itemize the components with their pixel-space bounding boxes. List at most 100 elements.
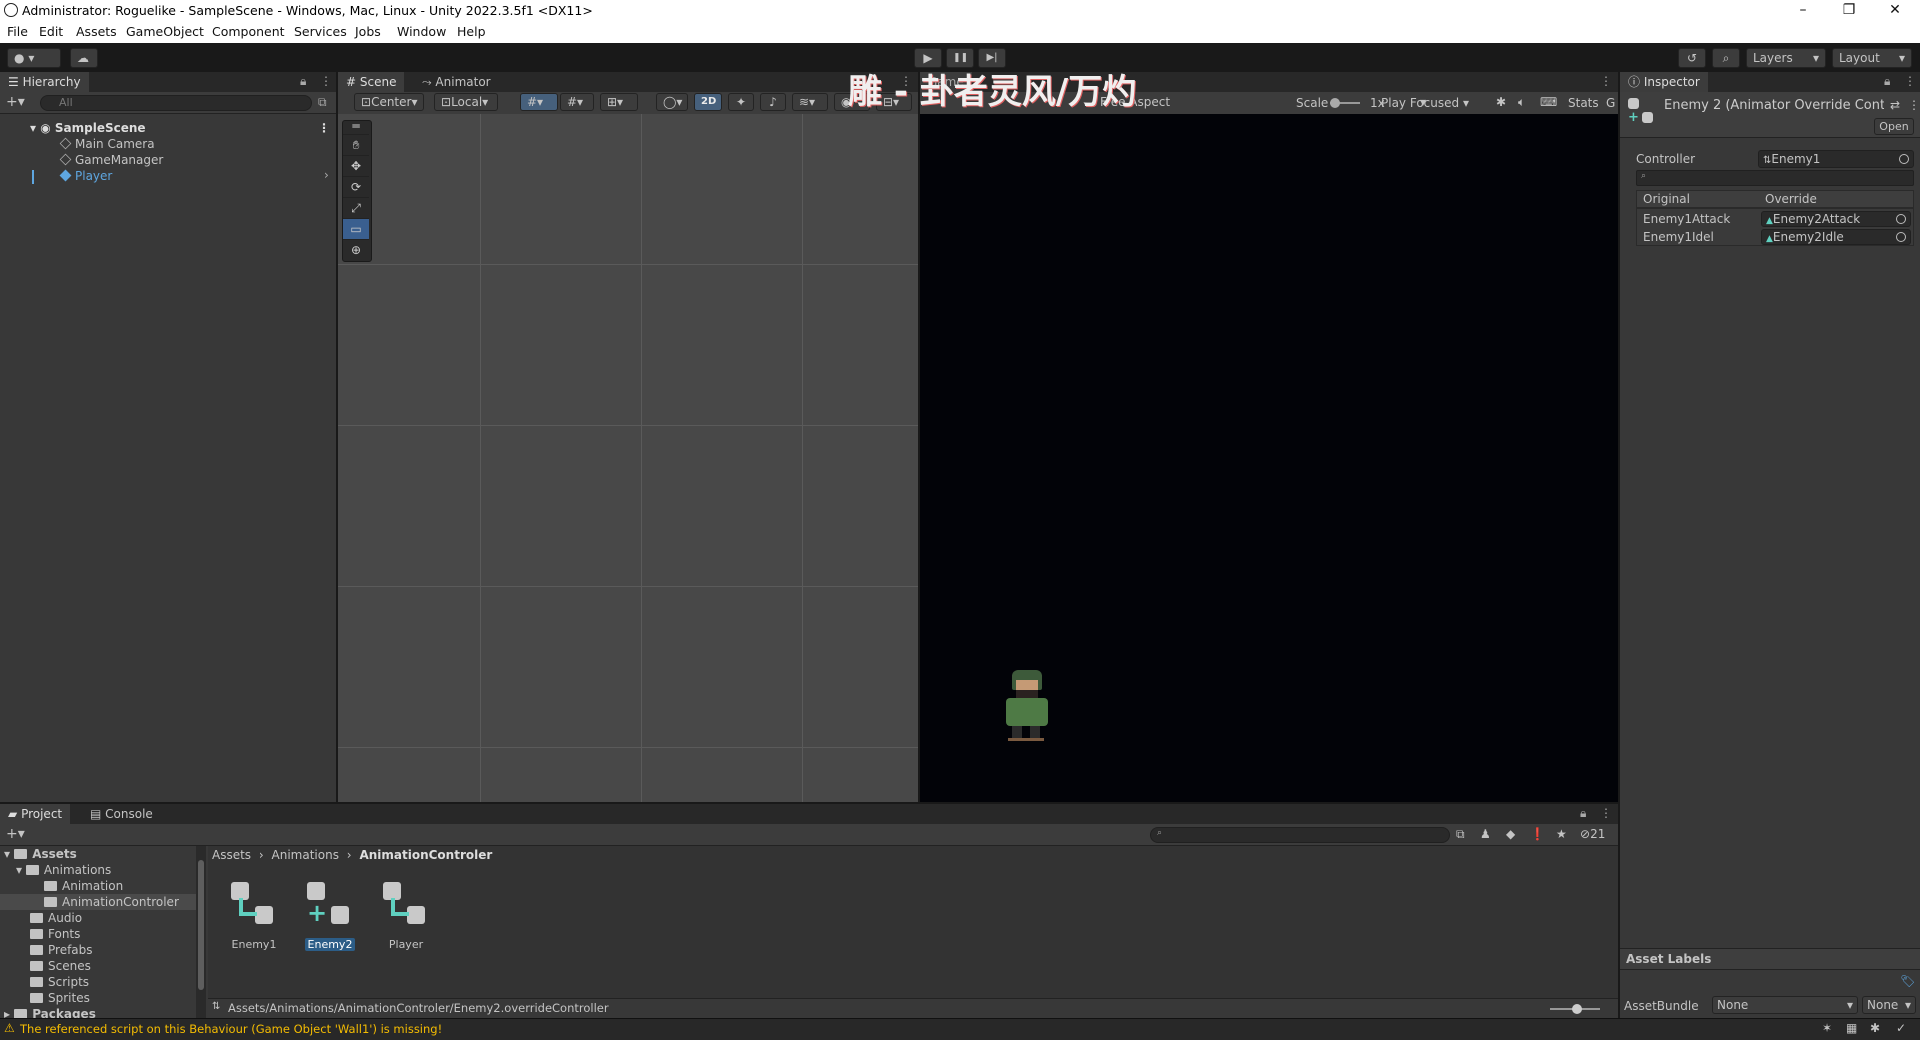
search-button[interactable]: ⌕ — [1712, 48, 1740, 68]
object-picker-icon[interactable] — [1899, 154, 1909, 164]
expand-arrow-icon[interactable]: ▾ — [30, 121, 36, 135]
stats-button[interactable]: Stats — [1568, 96, 1599, 110]
pause-button[interactable]: ❚❚ — [946, 48, 974, 68]
menu-services[interactable]: Services — [294, 24, 347, 39]
menu-gameobject[interactable]: GameObject — [126, 24, 204, 39]
object-picker-icon[interactable] — [1896, 214, 1906, 224]
hierarchy-search-input[interactable]: All — [40, 95, 312, 111]
tree-fonts[interactable]: Fonts — [30, 926, 80, 942]
tree-animationcontroler[interactable]: AnimationControler — [0, 894, 196, 910]
hierarchy-item-player[interactable]: Player — [59, 168, 112, 184]
tab-inspector[interactable]: ⓘ Inspector — [1620, 72, 1708, 92]
snap-settings-button[interactable]: ⊞▾ — [600, 93, 638, 111]
debug-icon[interactable]: ✱ — [1870, 1021, 1880, 1035]
maximize-button[interactable]: ❐ — [1826, 0, 1872, 22]
search-options-icon[interactable]: ⧉ — [318, 95, 327, 110]
lock-icon[interactable]: 🔒︎ — [1884, 74, 1890, 89]
search-by-type-icon[interactable]: ⧉ — [1456, 827, 1465, 842]
shading-mode-button[interactable]: ◯▾ — [656, 93, 688, 111]
tree-scrollbar[interactable] — [196, 846, 206, 1018]
history-button[interactable]: ↺ — [1678, 48, 1706, 68]
tree-scenes[interactable]: Scenes — [30, 958, 91, 974]
tab-scene[interactable]: # Scene — [338, 72, 405, 92]
create-asset-icon[interactable]: +▾ — [6, 826, 25, 842]
object-picker-icon[interactable] — [1896, 232, 1906, 242]
breadcrumb-animationcontroler[interactable]: AnimationControler — [359, 848, 492, 862]
assetbundle-dropdown[interactable]: None ▾ — [1712, 996, 1858, 1014]
lock-icon[interactable]: 🔒︎ — [300, 74, 306, 89]
step-button[interactable]: ▶| — [978, 48, 1006, 68]
toggle-2d-button[interactable]: 2D — [694, 93, 722, 111]
grid-snap-button[interactable]: #▾ — [520, 93, 558, 111]
drag-handle-icon[interactable]: ═ — [343, 120, 369, 135]
more-icon[interactable]: ⋮ — [318, 120, 330, 136]
more-icon[interactable]: ⋮ — [320, 74, 332, 88]
more-icon[interactable]: ⋮ — [1600, 74, 1612, 88]
minimize-button[interactable]: – — [1780, 0, 1826, 22]
menu-component[interactable]: Component — [212, 24, 285, 39]
tree-packages[interactable]: ▸ Packages — [4, 1006, 96, 1018]
layout-dropdown[interactable]: Layout ▾ — [1832, 48, 1912, 68]
grid-toggle-button[interactable]: #▾ — [560, 93, 594, 111]
more-icon[interactable]: ⋮ — [1908, 98, 1920, 112]
scene-viewport[interactable] — [338, 114, 918, 802]
chevron-right-icon[interactable]: › — [324, 168, 329, 182]
asset-player[interactable]: Player — [366, 878, 446, 951]
favorites-icon[interactable]: ★ — [1556, 827, 1567, 841]
move-tool-icon[interactable]: ✥ — [343, 156, 369, 177]
label-tag-icon[interactable]: 🏷︎ — [1900, 974, 1915, 988]
tree-prefabs[interactable]: Prefabs — [30, 942, 93, 958]
project-search-input[interactable]: ⌕ — [1150, 827, 1450, 843]
menu-file[interactable]: File — [7, 24, 28, 39]
asset-enemy2[interactable]: + Enemy2 — [290, 878, 370, 951]
menu-assets[interactable]: Assets — [76, 24, 117, 39]
lighting-button[interactable]: ✦ — [728, 93, 754, 111]
layers-dropdown[interactable]: Layers ▾ — [1746, 48, 1826, 68]
preset-icon[interactable]: ⇄ — [1890, 98, 1900, 112]
scale-slider-thumb[interactable] — [1330, 98, 1340, 108]
assetbundle-variant-dropdown[interactable]: None ▾ — [1862, 996, 1916, 1014]
warning-filter-icon[interactable]: ❗ — [1530, 827, 1545, 841]
breadcrumb-animations[interactable]: Animations — [272, 848, 339, 862]
cloud-button[interactable]: ☁ — [70, 48, 98, 68]
cache-icon[interactable]: ✶ — [1822, 1021, 1832, 1035]
label-icon[interactable]: ◆ — [1506, 827, 1515, 841]
scene-root-row[interactable]: ▾ ◉ SampleScene ⋮ — [30, 120, 336, 136]
menu-window[interactable]: Window — [397, 24, 446, 39]
hand-tool-icon[interactable]: ✋︎ — [343, 135, 369, 156]
tab-animator[interactable]: ⤳ Animator — [414, 72, 499, 92]
close-button[interactable]: ✕ — [1872, 0, 1918, 22]
search-by-label-icon[interactable]: ♟ — [1480, 827, 1491, 841]
tab-hierarchy[interactable]: ☰ Hierarchy — [0, 72, 89, 92]
scale-tool-icon[interactable]: ⤢ — [343, 198, 369, 219]
rect-tool-icon[interactable]: ▭ — [343, 219, 369, 240]
effects-button[interactable]: ≋▾ — [792, 93, 828, 111]
tree-animations[interactable]: ▾ Animations — [16, 862, 111, 878]
menu-edit[interactable]: Edit — [39, 24, 63, 39]
override-search-input[interactable]: ⌕ — [1636, 170, 1914, 186]
account-button[interactable]: ● ▾ — [7, 48, 61, 68]
tab-console[interactable]: ▤ Console — [82, 804, 161, 824]
keyboard-icon[interactable]: ⌨ — [1540, 95, 1557, 109]
pivot-dropdown[interactable]: ⊡Center▾ — [354, 93, 424, 111]
lock-icon[interactable]: 🔒︎ — [1580, 806, 1586, 821]
tree-assets[interactable]: ▾ Assets — [4, 846, 77, 862]
tree-sprites[interactable]: Sprites — [30, 990, 90, 1006]
db-icon[interactable]: ▦ — [1846, 1021, 1857, 1035]
menu-jobs[interactable]: Jobs — [355, 24, 381, 39]
gizmos-toggle[interactable]: G — [1606, 96, 1615, 110]
audio-button[interactable]: ♪ — [760, 93, 786, 111]
tree-audio[interactable]: Audio — [30, 910, 82, 926]
breadcrumb-assets[interactable]: Assets — [212, 848, 251, 862]
asset-enemy1[interactable]: Enemy1 — [214, 878, 294, 951]
mute-audio-icon[interactable]: 🔈︎ — [1518, 95, 1525, 110]
game-viewport[interactable] — [920, 114, 1618, 802]
menu-help[interactable]: Help — [457, 24, 486, 39]
controller-field[interactable]: ⇅Enemy1 — [1758, 150, 1914, 168]
tab-project[interactable]: ▰ Project — [0, 804, 71, 824]
override-field-0[interactable]: ▲Enemy2Attack — [1761, 211, 1911, 227]
override-field-1[interactable]: ▲Enemy2Idle — [1761, 229, 1911, 245]
rotate-tool-icon[interactable]: ⟳ — [343, 177, 369, 198]
scrollbar-thumb[interactable] — [198, 860, 204, 990]
zoom-slider-thumb[interactable] — [1572, 1004, 1582, 1014]
